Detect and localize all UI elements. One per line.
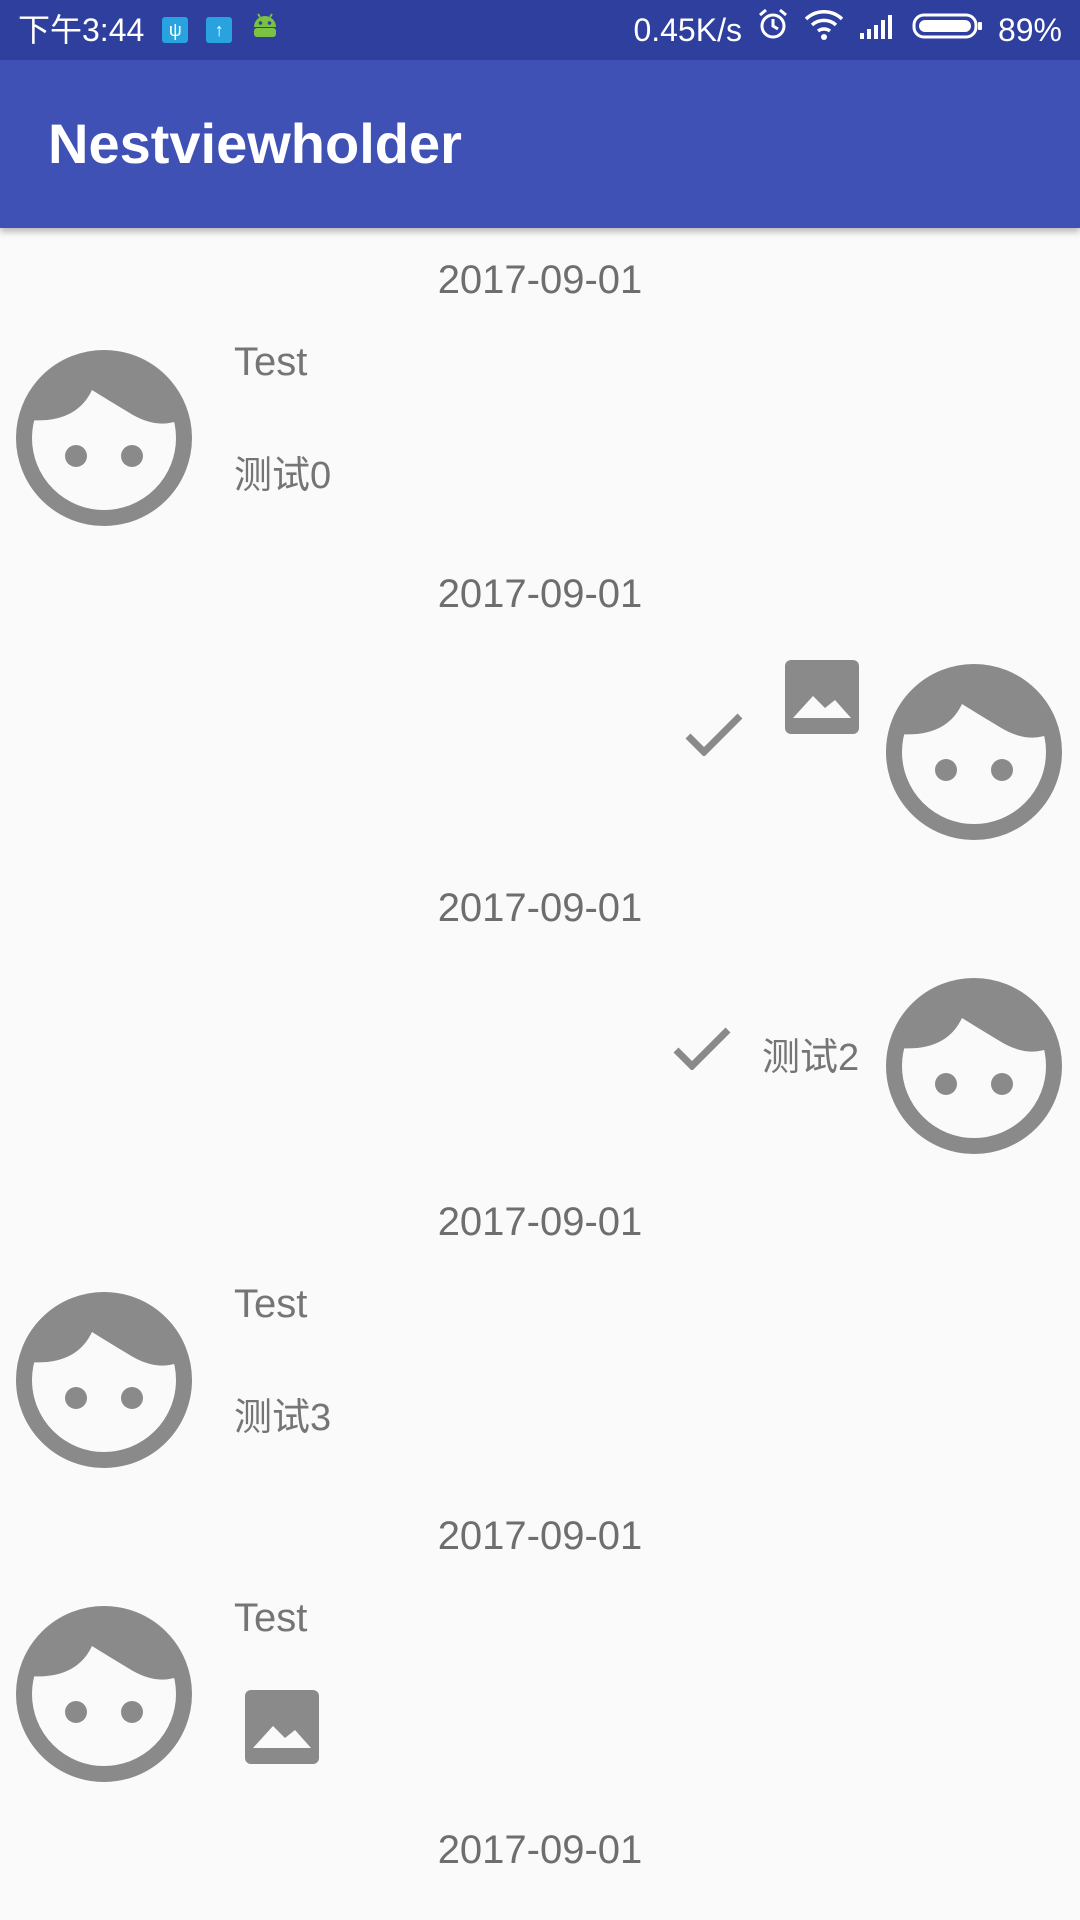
message-text[interactable]: 测试3 bbox=[234, 1386, 331, 1441]
battery-percent: 89% bbox=[997, 12, 1062, 48]
net-speed: 0.45K/s bbox=[633, 12, 742, 48]
avatar-icon[interactable] bbox=[16, 1292, 192, 1468]
avatar-icon[interactable] bbox=[886, 664, 1062, 840]
battery-icon bbox=[912, 0, 984, 60]
message-text[interactable]: 测试0 bbox=[234, 444, 331, 499]
list-item[interactable]: 2017-09-01 bbox=[0, 1798, 1080, 1920]
list-item[interactable]: 2017-09-01 Test bbox=[0, 1484, 1080, 1798]
list-item[interactable]: 2017-09-01 Test 测试3 bbox=[0, 1170, 1080, 1484]
usb-icon: ψ bbox=[162, 17, 189, 43]
message-date: 2017-09-01 bbox=[437, 1514, 643, 1558]
message-date: 2017-09-01 bbox=[437, 572, 643, 616]
image-icon[interactable] bbox=[785, 660, 859, 734]
list-item[interactable]: 2017-09-01 bbox=[0, 542, 1080, 856]
app-bar: Nestviewholder bbox=[0, 60, 1080, 228]
avatar-icon[interactable] bbox=[886, 978, 1062, 1154]
avatar-icon[interactable] bbox=[16, 350, 192, 526]
image-icon[interactable] bbox=[245, 1690, 319, 1764]
wifi-icon bbox=[804, 0, 844, 60]
status-bar: 下午3:44 ψ ↑ 0.45K/s 89% bbox=[0, 0, 1080, 60]
page-title: Nestviewholder bbox=[48, 112, 462, 175]
avatar-icon[interactable] bbox=[16, 1606, 192, 1782]
sender-name: Test bbox=[234, 1596, 308, 1640]
upload-icon: ↑ bbox=[206, 17, 233, 43]
sender-name: Test bbox=[234, 1282, 308, 1326]
message-date: 2017-09-01 bbox=[437, 1200, 643, 1244]
list-item[interactable]: 2017-09-01 Test 测试0 bbox=[0, 228, 1080, 542]
message-date: 2017-09-01 bbox=[437, 258, 643, 302]
check-icon bbox=[684, 710, 744, 756]
android-icon bbox=[250, 0, 280, 60]
message-date: 2017-09-01 bbox=[437, 1828, 643, 1872]
message-text[interactable]: 测试2 bbox=[762, 1026, 859, 1081]
list-item[interactable]: 2017-09-01 测试2 bbox=[0, 856, 1080, 1170]
sender-name: Test bbox=[234, 340, 308, 384]
message-date: 2017-09-01 bbox=[437, 886, 643, 930]
signal-icon bbox=[858, 0, 898, 60]
alarm-icon bbox=[756, 0, 790, 60]
check-icon bbox=[672, 1024, 732, 1070]
status-time: 下午3:44 bbox=[18, 12, 145, 48]
